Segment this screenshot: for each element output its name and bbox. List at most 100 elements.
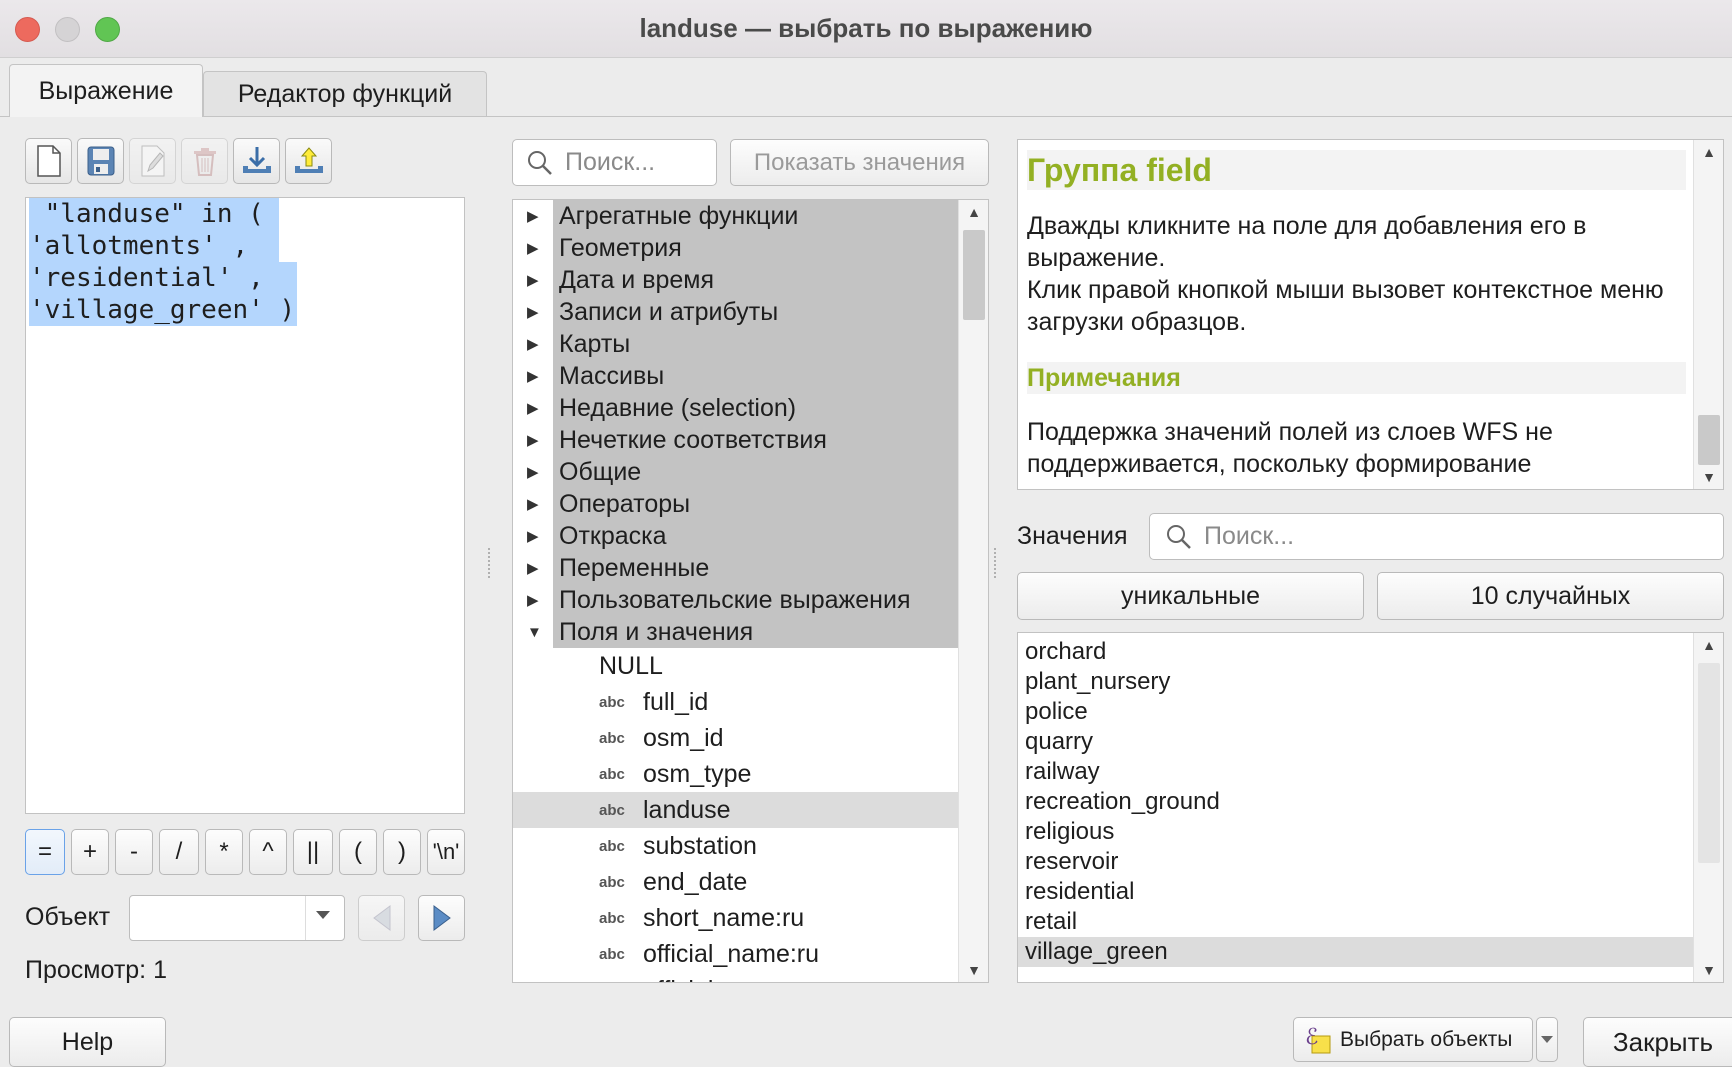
select-features-button[interactable]: ℰ Выбрать объекты — [1293, 1017, 1533, 1062]
value-item[interactable]: village_green — [1018, 937, 1694, 967]
expression-editor[interactable]: "landuse" in ( 'allotments' , 'residenti… — [25, 197, 465, 814]
tree-item-null[interactable]: NULL — [513, 648, 959, 684]
scroll-down-icon[interactable]: ▼ — [959, 962, 988, 978]
help-scrollbar[interactable]: ▲ ▼ — [1693, 140, 1723, 489]
value-item[interactable]: recreation_ground — [1018, 787, 1694, 817]
value-item[interactable]: orchard — [1018, 637, 1694, 667]
value-item[interactable]: police — [1018, 697, 1694, 727]
tree-group[interactable]: ▶ Карты — [513, 328, 959, 360]
value-item[interactable]: retail — [1018, 907, 1694, 937]
tree-group[interactable]: ▶ Пользовательские выражения — [513, 584, 959, 616]
scroll-down-icon[interactable]: ▼ — [1694, 469, 1723, 485]
import-expression-button[interactable] — [233, 138, 280, 184]
values-search-input[interactable]: Поиск... — [1149, 513, 1724, 560]
expanded-arrow-icon[interactable]: ▼ — [527, 624, 542, 641]
tab-function-editor[interactable]: Редактор функций — [203, 71, 487, 116]
previous-object-button[interactable] — [358, 895, 405, 941]
tree-group[interactable]: ▶ Дата и время — [513, 264, 959, 296]
tree-group[interactable]: ▶ Недавние (selection) — [513, 392, 959, 424]
tree-field-item[interactable]: abc full_id — [513, 684, 959, 720]
operator-open-paren-button[interactable]: ( — [339, 829, 377, 875]
tree-item-label: landuse — [643, 795, 731, 824]
tree-group[interactable]: ▶ Массивы — [513, 360, 959, 392]
collapsed-arrow-icon[interactable]: ▶ — [527, 495, 539, 513]
new-expression-button[interactable] — [25, 138, 72, 184]
values-list[interactable]: orchard plant_nursery police quarry railway r… — [1017, 632, 1724, 983]
collapsed-arrow-icon[interactable]: ▶ — [527, 527, 539, 545]
collapsed-arrow-icon[interactable]: ▶ — [527, 367, 539, 385]
search-icon — [528, 150, 552, 175]
collapsed-arrow-icon[interactable]: ▶ — [527, 271, 539, 289]
next-object-button[interactable] — [418, 895, 465, 941]
scroll-down-icon[interactable]: ▼ — [1694, 962, 1723, 978]
collapsed-arrow-icon[interactable]: ▶ — [527, 559, 539, 577]
text-type-icon: abc — [599, 982, 625, 983]
operator-newline-button[interactable]: '\n' — [427, 829, 465, 875]
tree-group[interactable]: ▶ Операторы — [513, 488, 959, 520]
operator-power-button[interactable]: ^ — [249, 829, 287, 875]
tree-group[interactable]: ▶ Агрегатные функции — [513, 200, 959, 232]
tree-group[interactable]: ▶ Нечеткие соответствия — [513, 424, 959, 456]
show-values-button[interactable]: Показать значения — [730, 139, 989, 186]
collapsed-arrow-icon[interactable]: ▶ — [527, 399, 539, 417]
scroll-up-icon[interactable]: ▲ — [1694, 144, 1723, 160]
scroll-thumb[interactable] — [963, 230, 985, 320]
value-item[interactable]: railway — [1018, 757, 1694, 787]
collapsed-arrow-icon[interactable]: ▶ — [527, 207, 539, 225]
collapsed-arrow-icon[interactable]: ▶ — [527, 431, 539, 449]
tree-field-item[interactable]: abc osm_type — [513, 756, 959, 792]
random-values-button[interactable]: 10 случайных — [1377, 572, 1724, 620]
tree-group[interactable]: ▼ Поля и значения — [513, 616, 959, 648]
operator-plus-button[interactable]: + — [71, 829, 109, 875]
tree-group[interactable]: ▶ Переменные — [513, 552, 959, 584]
save-expression-button[interactable] — [77, 138, 124, 184]
tree-group[interactable]: ▶ Геометрия — [513, 232, 959, 264]
collapsed-arrow-icon[interactable]: ▶ — [527, 239, 539, 257]
scroll-up-icon[interactable]: ▲ — [1694, 637, 1723, 653]
tree-field-item[interactable]: abc end_date — [513, 864, 959, 900]
splitter-handle[interactable] — [994, 548, 997, 578]
operator-concat-button[interactable]: || — [293, 829, 333, 875]
tree-field-item[interactable]: abc official_name:en — [513, 972, 959, 983]
value-item[interactable]: religious — [1018, 817, 1694, 847]
select-features-dropdown[interactable] — [1536, 1017, 1558, 1062]
tree-field-item[interactable]: abc osm_id — [513, 720, 959, 756]
tree-group[interactable]: ▶ Общие — [513, 456, 959, 488]
function-search-input[interactable]: Поиск... — [512, 139, 717, 186]
value-item[interactable]: reservoir — [1018, 847, 1694, 877]
scroll-up-icon[interactable]: ▲ — [959, 204, 988, 220]
collapsed-arrow-icon[interactable]: ▶ — [527, 303, 539, 321]
operator-close-paren-button[interactable]: ) — [383, 829, 421, 875]
tree-field-item[interactable]: abc short_name:ru — [513, 900, 959, 936]
edit-expression-button[interactable] — [129, 138, 176, 184]
value-item[interactable]: quarry — [1018, 727, 1694, 757]
operator-equals-button[interactable]: = — [25, 829, 65, 875]
collapsed-arrow-icon[interactable]: ▶ — [527, 591, 539, 609]
tree-group[interactable]: ▶ Откраска — [513, 520, 959, 552]
close-button[interactable]: Закрыть — [1583, 1017, 1732, 1067]
tree-scrollbar[interactable]: ▲ ▼ — [958, 200, 988, 982]
delete-expression-button[interactable] — [181, 138, 228, 184]
operator-multiply-button[interactable]: * — [205, 829, 243, 875]
operator-divide-button[interactable]: / — [159, 829, 199, 875]
unique-values-button[interactable]: уникальные — [1017, 572, 1364, 620]
tree-field-item[interactable]: abc substation — [513, 828, 959, 864]
export-expression-button[interactable] — [285, 138, 332, 184]
scroll-thumb[interactable] — [1698, 415, 1720, 465]
splitter-handle[interactable] — [488, 548, 491, 578]
object-combobox[interactable] — [129, 895, 345, 941]
function-tree[interactable]: ▶ Агрегатные функции ▶ Геометрия ▶ Дата и вре… — [512, 199, 989, 983]
collapsed-arrow-icon[interactable]: ▶ — [527, 335, 539, 353]
tree-field-item[interactable]: abc official_name:ru — [513, 936, 959, 972]
tree-group[interactable]: ▶ Записи и атрибуты — [513, 296, 959, 328]
tree-group-label: Карты — [559, 329, 631, 358]
value-item[interactable]: residential — [1018, 877, 1694, 907]
operator-minus-button[interactable]: - — [115, 829, 153, 875]
tree-field-item[interactable]: abc landuse — [513, 792, 959, 828]
help-button[interactable]: Help — [9, 1017, 166, 1067]
value-item[interactable]: plant_nursery — [1018, 667, 1694, 697]
collapsed-arrow-icon[interactable]: ▶ — [527, 463, 539, 481]
scroll-thumb[interactable] — [1698, 663, 1720, 863]
tab-expression[interactable]: Выражение — [9, 64, 203, 117]
values-scrollbar[interactable]: ▲ ▼ — [1693, 633, 1723, 982]
